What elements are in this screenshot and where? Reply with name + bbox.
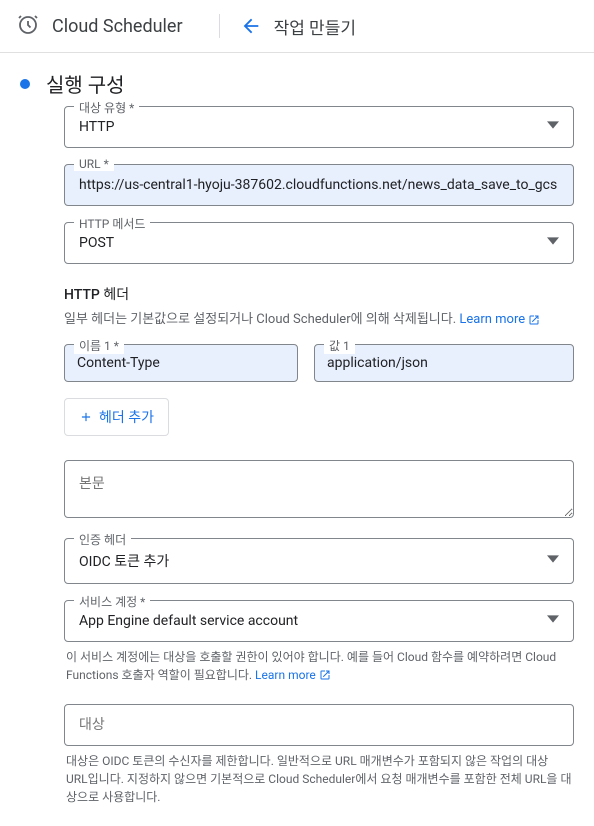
add-header-button[interactable]: 헤더 추가 — [64, 398, 169, 436]
target-type-select[interactable]: HTTP — [64, 106, 574, 148]
learn-more-link[interactable]: Learn more — [459, 312, 525, 327]
chevron-down-icon — [547, 553, 559, 569]
section-title: 실행 구성 — [46, 69, 125, 98]
target-type-value: HTTP — [79, 119, 114, 135]
page-title: 작업 만들기 — [274, 14, 356, 39]
external-link-icon — [528, 312, 540, 327]
header-value-label: 값 1 — [324, 337, 355, 354]
back-arrow-icon[interactable] — [240, 15, 262, 37]
body-textarea[interactable] — [64, 460, 574, 518]
target-type-label: 대상 유형 * — [74, 99, 139, 116]
scheduler-logo-icon — [16, 12, 40, 40]
plus-icon — [79, 410, 93, 424]
external-link-icon — [319, 668, 331, 682]
service-account-value: App Engine default service account — [79, 613, 298, 629]
chevron-down-icon — [547, 119, 559, 135]
learn-more-link-sa[interactable]: Learn more — [255, 668, 316, 682]
add-header-label: 헤더 추가 — [99, 407, 154, 427]
http-headers-title: HTTP 헤더 — [64, 284, 574, 304]
http-method-label: HTTP 메서드 — [74, 215, 150, 232]
http-method-value: POST — [79, 235, 114, 251]
chevron-down-icon — [547, 235, 559, 251]
url-input[interactable] — [64, 164, 574, 206]
auth-header-label: 인증 헤더 — [74, 531, 131, 548]
chevron-down-icon — [547, 613, 559, 629]
section-bullet-icon — [20, 79, 30, 89]
url-label: URL * — [74, 157, 114, 171]
service-account-label: 서비스 계정 * — [74, 593, 150, 610]
auth-header-value: OIDC 토큰 추가 — [79, 551, 169, 571]
http-headers-helper: 일부 헤더는 기본값으로 설정되거나 Cloud Scheduler에 의해 삭… — [64, 312, 459, 327]
header-name-label: 이름 1 * — [74, 337, 124, 354]
audience-input[interactable] — [64, 704, 574, 746]
auth-header-select[interactable]: OIDC 토큰 추가 — [64, 538, 574, 584]
header-divider — [219, 14, 220, 38]
product-name: Cloud Scheduler — [52, 16, 183, 37]
